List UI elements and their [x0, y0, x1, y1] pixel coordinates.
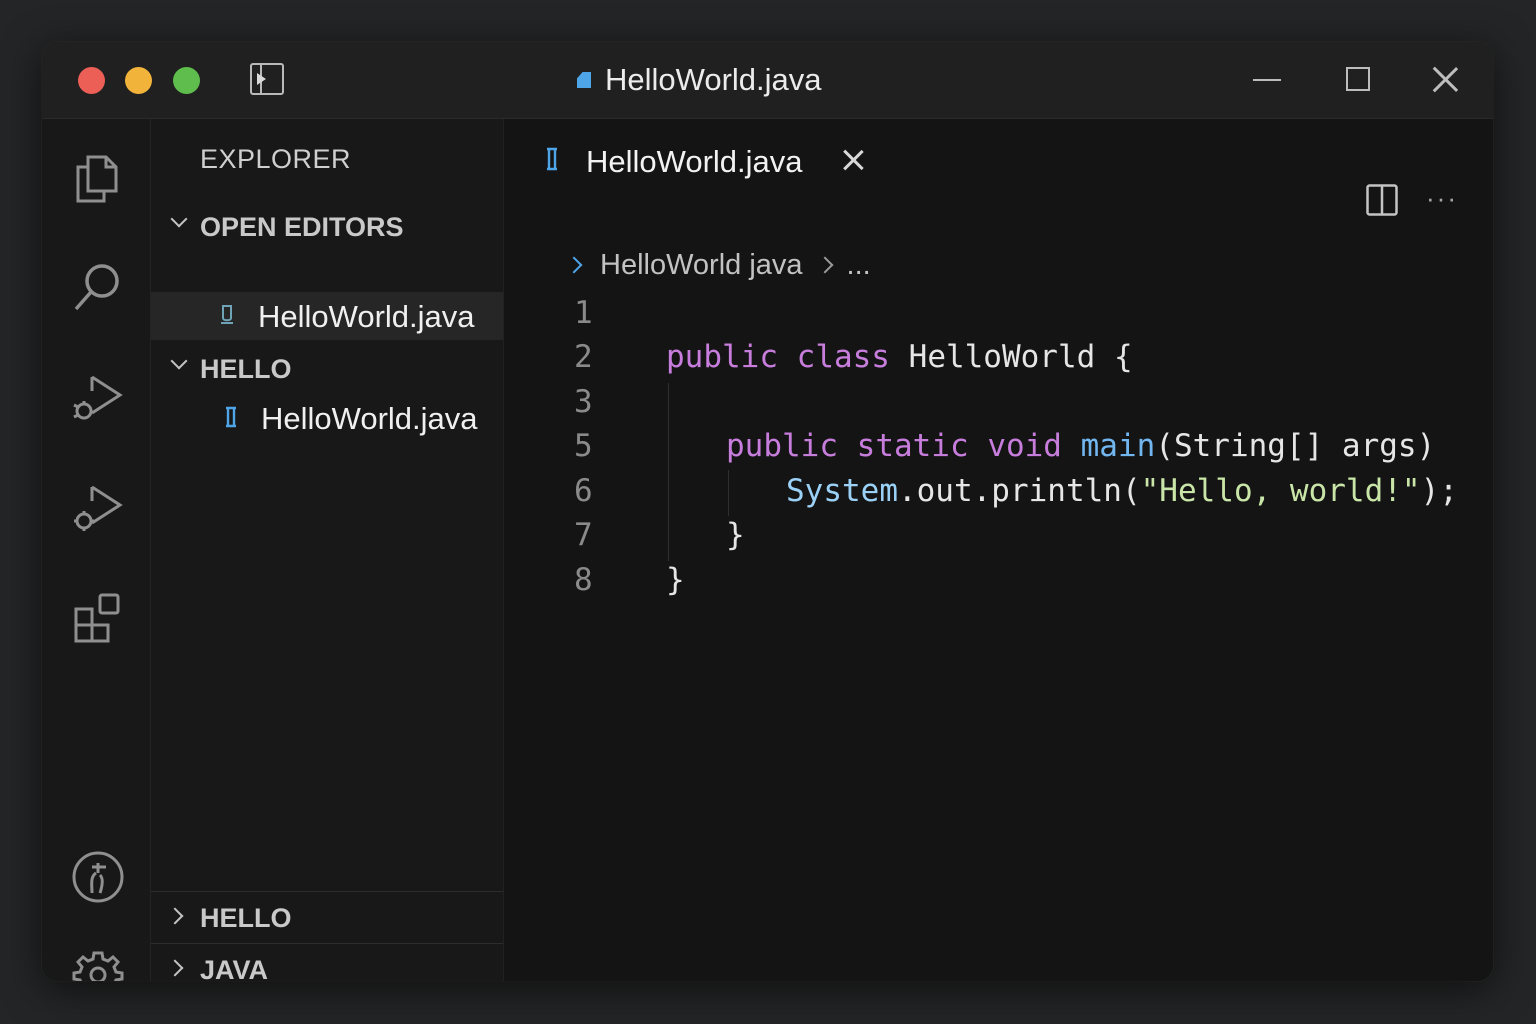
extensions-icon[interactable]	[70, 589, 126, 645]
explorer-sidebar: EXPLORER OPEN EDITORS HelloWorld.java HE…	[151, 119, 504, 981]
line-number: 1	[574, 295, 593, 331]
line-number: 2	[574, 339, 593, 375]
split-editor-icon[interactable]	[1366, 184, 1398, 216]
files-icon[interactable]	[70, 149, 126, 205]
line-number: 3	[574, 384, 593, 420]
code-editor[interactable]: 1 2 3 5 6 7 8 public class HelloWorld { …	[504, 287, 1493, 887]
java-collapsed-label: JAVA	[200, 954, 269, 982]
indent-guide	[728, 470, 729, 516]
line-number: 5	[574, 428, 593, 464]
run-debug-icon[interactable]	[70, 369, 126, 425]
hello-folder-section[interactable]: HELLO	[151, 345, 503, 393]
zoom-window-button[interactable]	[173, 67, 200, 94]
tab-label: HelloWorld.java	[586, 144, 803, 179]
chevron-down-icon	[170, 210, 188, 228]
parameters: (String[] args)	[1155, 428, 1436, 464]
brace: {	[1113, 339, 1133, 375]
hello-collapsed-section[interactable]: HELLO	[151, 894, 503, 942]
hello-collapsed-label: HELLO	[200, 902, 292, 933]
open-editor-item[interactable]: HelloWorld.java	[151, 292, 503, 340]
keyword: void	[987, 428, 1062, 464]
accounts-icon[interactable]	[70, 849, 126, 905]
line-number: 7	[574, 517, 593, 553]
maximize-icon[interactable]	[1346, 67, 1370, 91]
minimize-icon[interactable]	[1253, 79, 1281, 81]
method-call: .out.println(	[897, 473, 1141, 509]
minimize-window-button[interactable]	[125, 67, 152, 94]
settings-gear-icon[interactable]	[70, 947, 126, 981]
line-number: 6	[574, 473, 593, 509]
java-collapsed-section[interactable]: JAVA	[151, 946, 503, 981]
activity-bar	[42, 119, 151, 981]
open-editor-filename: HelloWorld.java	[258, 299, 475, 334]
section-divider	[151, 891, 503, 892]
call-end: );	[1420, 473, 1458, 509]
editor-window: HelloWorld.java EXPLORER OPEN EDITORS He…	[42, 42, 1493, 981]
folder-file-item[interactable]: HelloWorld.java	[151, 394, 503, 442]
class-reference: System	[786, 473, 898, 509]
folder-filename: HelloWorld.java	[261, 401, 478, 436]
window-title-text: HelloWorld.java	[605, 62, 822, 97]
class-name: HelloWorld	[908, 339, 1096, 375]
breadcrumb-file[interactable]: HelloWorld java	[600, 249, 803, 282]
title-bar: HelloWorld.java	[42, 42, 1493, 119]
close-tab-icon[interactable]	[842, 149, 864, 171]
code-line-2: public class HelloWorld {	[666, 339, 1133, 375]
breadcrumb-more[interactable]: ...	[847, 249, 871, 282]
open-editors-label: OPEN EDITORS	[200, 211, 404, 242]
breadcrumb: HelloWorld java ...	[565, 245, 871, 285]
editor-tab[interactable]: HelloWorld.java	[504, 119, 864, 203]
close-window-button[interactable]	[78, 67, 105, 94]
open-editors-section[interactable]: OPEN EDITORS	[151, 203, 503, 251]
function-name: main	[1080, 428, 1156, 464]
editor-area: HelloWorld.java ··· HelloWorld java ... …	[504, 119, 1493, 981]
toggle-panel-icon[interactable]	[250, 63, 284, 95]
chevron-right-icon	[166, 959, 184, 977]
keyword: public	[666, 339, 778, 375]
close-icon[interactable]	[1430, 64, 1460, 94]
keyword: public	[726, 428, 838, 464]
run-extension-icon[interactable]	[70, 479, 126, 535]
java-file-icon	[221, 305, 233, 324]
java-file-icon	[577, 72, 591, 88]
chevron-right-icon	[565, 256, 583, 274]
code-line-8: }	[666, 562, 685, 598]
chevron-right-icon	[816, 256, 834, 274]
keyword: class	[796, 339, 890, 375]
section-divider	[151, 943, 503, 944]
string-literal: "Hello, world!"	[1140, 473, 1421, 509]
search-icon[interactable]	[70, 259, 126, 315]
hello-folder-label: HELLO	[200, 353, 292, 384]
code-line-5: public static void main(String[] args)	[726, 428, 1435, 464]
code-line-6: System.out.println("Hello, world!");	[786, 473, 1458, 509]
line-number: 8	[574, 562, 593, 598]
window-title: HelloWorld.java	[577, 60, 822, 100]
java-file-icon	[226, 406, 236, 428]
chevron-right-icon	[166, 907, 184, 925]
code-line-7: }	[726, 517, 745, 553]
explorer-title: EXPLORER	[200, 144, 352, 174]
java-file-icon	[547, 147, 557, 171]
keyword: static	[856, 428, 969, 464]
chevron-down-icon	[170, 352, 188, 370]
more-actions-icon[interactable]: ···	[1426, 183, 1458, 214]
indent-guide	[668, 383, 669, 561]
